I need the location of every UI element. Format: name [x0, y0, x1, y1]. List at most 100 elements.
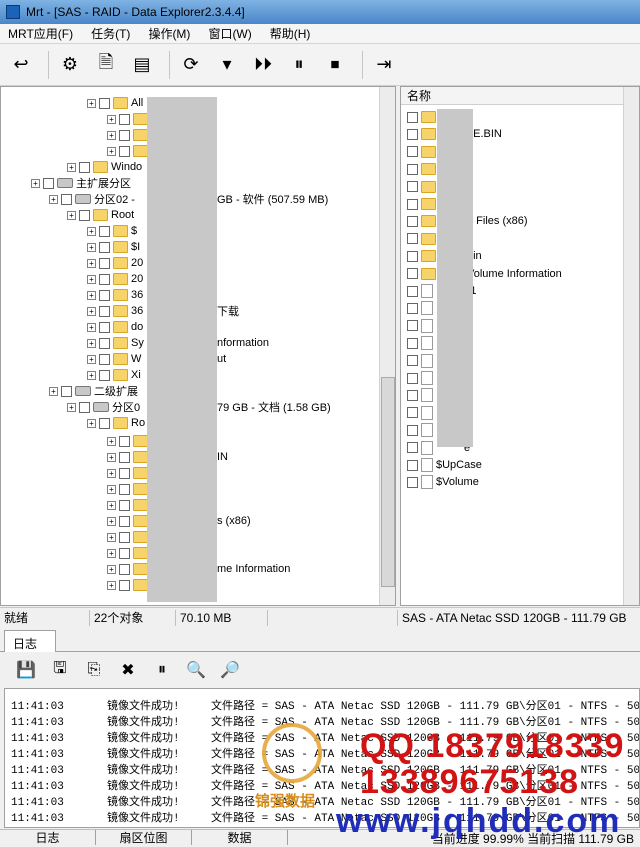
zoom-icon[interactable]: 🔍: [184, 658, 208, 682]
tree-row[interactable]: + $: [87, 223, 137, 239]
expand-icon[interactable]: +: [107, 580, 116, 590]
tree-row[interactable]: + Sy nformation: [87, 335, 269, 351]
expand-icon[interactable]: +: [49, 194, 58, 204]
play-icon[interactable]: ⏵⏵: [248, 50, 278, 80]
list-checkbox[interactable]: [407, 355, 418, 367]
zoom-run-icon[interactable]: 🔎: [218, 658, 242, 682]
dropdown-icon[interactable]: ▾: [212, 50, 242, 80]
list-checkbox[interactable]: [407, 146, 418, 158]
document-icon[interactable]: 🗎: [91, 50, 121, 80]
folder-tree-panel[interactable]: +All Users+De+De+Pu+Windo+主扩展分区+分区02 - G…: [0, 86, 396, 606]
tree-row[interactable]: + 主扩展分区: [31, 175, 131, 191]
expand-icon[interactable]: +: [107, 500, 116, 510]
list-scrollbar[interactable]: [623, 87, 639, 605]
tree-row[interactable]: + Wut: [87, 351, 226, 367]
back-icon[interactable]: ↩: [6, 50, 36, 80]
list-checkbox[interactable]: [407, 424, 418, 436]
tree-checkbox[interactable]: [119, 563, 130, 575]
expand-icon[interactable]: +: [107, 436, 116, 446]
tree-checkbox[interactable]: [119, 129, 130, 141]
expand-icon[interactable]: +: [107, 468, 116, 478]
bottom-tab-log[interactable]: 日志: [0, 830, 96, 845]
expand-icon[interactable]: +: [87, 274, 96, 284]
list-checkbox[interactable]: [407, 337, 418, 349]
expand-icon[interactable]: +: [107, 564, 116, 574]
tree-checkbox[interactable]: [99, 369, 110, 381]
tree-row[interactable]: + Root: [67, 207, 134, 223]
pause-green-icon[interactable]: ⏸: [150, 658, 174, 682]
stop-icon[interactable]: ⏹: [320, 50, 350, 80]
tree-checkbox[interactable]: [99, 321, 110, 333]
list-item[interactable]: Volume Information: [407, 266, 562, 282]
expand-icon[interactable]: +: [31, 178, 40, 188]
tree-checkbox[interactable]: [99, 225, 110, 237]
list-checkbox[interactable]: [407, 407, 418, 419]
tree-row[interactable]: + Xi: [87, 367, 141, 383]
list-checkbox[interactable]: [407, 389, 418, 401]
expand-icon[interactable]: +: [107, 516, 116, 526]
tree-checkbox[interactable]: [119, 579, 130, 591]
expand-icon[interactable]: +: [87, 306, 96, 316]
tree-row[interactable]: +: [107, 577, 151, 593]
tree-checkbox[interactable]: [119, 113, 130, 125]
expand-icon[interactable]: +: [107, 452, 116, 462]
menu-help[interactable]: 帮助(H): [268, 24, 313, 43]
tree-checkbox[interactable]: [119, 435, 130, 447]
bottom-tab-data[interactable]: 数据: [192, 830, 288, 845]
expand-icon[interactable]: +: [87, 98, 96, 108]
list-checkbox[interactable]: [407, 320, 418, 332]
tree-row[interactable]: + me Information: [107, 561, 290, 577]
expand-icon[interactable]: +: [87, 418, 96, 428]
bottom-tab-sector-map[interactable]: 扇区位图: [96, 830, 192, 845]
list-checkbox[interactable]: [407, 215, 418, 227]
save-icon[interactable]: 💾: [14, 658, 38, 682]
tree-row[interactable]: +: [107, 465, 151, 481]
tree-row[interactable]: +: [107, 545, 151, 561]
tree-checkbox[interactable]: [119, 547, 130, 559]
tree-row[interactable]: +: [107, 529, 151, 545]
tree-row[interactable]: + Windo: [67, 159, 142, 175]
expand-icon[interactable]: +: [87, 242, 96, 252]
save-green-icon[interactable]: 🖫: [48, 658, 72, 682]
expand-icon[interactable]: +: [87, 338, 96, 348]
expand-icon[interactable]: +: [107, 114, 116, 124]
exit-icon[interactable]: ⇥: [369, 50, 399, 80]
tree-row[interactable]: +20: [87, 271, 143, 287]
tree-row[interactable]: + 二级扩展: [49, 383, 138, 399]
tree-checkbox[interactable]: [99, 305, 110, 317]
expand-icon[interactable]: +: [87, 258, 96, 268]
list-checkbox[interactable]: [407, 181, 418, 193]
expand-icon[interactable]: +: [67, 162, 76, 172]
list-checkbox[interactable]: [407, 111, 418, 123]
list-checkbox[interactable]: [407, 268, 418, 280]
tree-checkbox[interactable]: [99, 257, 110, 269]
expand-icon[interactable]: +: [87, 226, 96, 236]
tree-checkbox[interactable]: [79, 401, 90, 413]
expand-icon[interactable]: +: [107, 484, 116, 494]
tree-row[interactable]: +: [107, 433, 151, 449]
list-checkbox[interactable]: [407, 198, 418, 210]
tree-row[interactable]: +20: [87, 255, 143, 271]
tree-scrollbar[interactable]: [379, 87, 395, 605]
list-checkbox[interactable]: [407, 476, 418, 488]
tree-checkbox[interactable]: [119, 499, 130, 511]
tree-checkbox[interactable]: [119, 467, 130, 479]
tree-row[interactable]: + Ro: [87, 415, 145, 431]
expand-icon[interactable]: +: [107, 146, 116, 156]
tree-row[interactable]: + $I: [87, 239, 140, 255]
tree-checkbox[interactable]: [99, 241, 110, 253]
run-icon[interactable]: ⟳: [176, 50, 206, 80]
color-bars-icon[interactable]: ▤: [127, 50, 157, 80]
pause-icon[interactable]: ⏸: [284, 50, 314, 80]
list-header-name[interactable]: 名称: [401, 87, 625, 105]
tree-checkbox[interactable]: [99, 353, 110, 365]
list-checkbox[interactable]: [407, 128, 418, 140]
tree-checkbox[interactable]: [79, 161, 90, 173]
list-checkbox[interactable]: [407, 459, 418, 471]
list-checkbox[interactable]: [407, 233, 418, 245]
menu-window[interactable]: 窗口(W): [206, 24, 253, 43]
list-checkbox[interactable]: [407, 372, 418, 384]
menu-operation[interactable]: 操作(M): [146, 24, 192, 43]
delete-icon[interactable]: ✖: [116, 658, 140, 682]
tree-checkbox[interactable]: [119, 451, 130, 463]
